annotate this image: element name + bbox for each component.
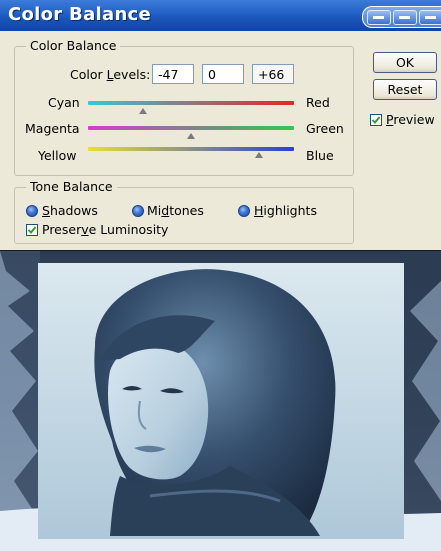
cyan-red-slider-thumb[interactable] xyxy=(138,108,147,114)
magenta-green-slider-thumb[interactable] xyxy=(187,133,195,139)
preview-checkbox[interactable] xyxy=(370,114,382,126)
preview-photo xyxy=(0,251,441,551)
close-icon[interactable] xyxy=(419,10,441,25)
preview-label: Preview xyxy=(386,112,435,127)
shadows-radio[interactable] xyxy=(26,205,38,217)
midtones-radio[interactable] xyxy=(132,205,144,217)
level-field-cyan-red[interactable]: -47 xyxy=(152,64,194,84)
ok-button[interactable]: OK xyxy=(373,52,437,73)
magenta-green-slider-track[interactable] xyxy=(88,126,294,130)
yellow-blue-slider-thumb[interactable] xyxy=(254,152,263,158)
maximize-icon[interactable] xyxy=(393,10,417,25)
midtones-label: Midtones xyxy=(147,203,204,218)
yellow-blue-slider-track[interactable] xyxy=(88,147,294,151)
window-title: Color Balance xyxy=(8,4,152,25)
level-field-magenta-green[interactable]: 0 xyxy=(202,64,244,84)
minimize-icon[interactable] xyxy=(367,10,391,25)
highlights-radio[interactable] xyxy=(238,205,250,217)
slider-red-label: Red xyxy=(306,95,330,110)
snowy-trees-left xyxy=(0,251,40,551)
highlights-label: Highlights xyxy=(254,203,317,218)
slider-yellow-label: Yellow xyxy=(38,148,77,163)
color-balance-dialog: Color Balance Color Balance Color Levels… xyxy=(0,0,441,251)
snowy-trees-right xyxy=(400,251,441,551)
slider-green-label: Green xyxy=(306,121,344,136)
level-field-yellow-blue[interactable]: +66 xyxy=(252,64,294,84)
cyan-red-slider-track[interactable] xyxy=(88,101,294,105)
slider-magenta-label: Magenta xyxy=(25,121,80,136)
title-bar[interactable]: Color Balance xyxy=(0,0,441,31)
window-controls xyxy=(362,6,441,28)
preserve-luminosity-label: Preserve Luminosity xyxy=(42,222,169,237)
slider-blue-label: Blue xyxy=(306,148,334,163)
shadows-label: Shadows xyxy=(42,203,98,218)
slider-cyan-label: Cyan xyxy=(48,95,80,110)
color-levels-label: Color Levels: xyxy=(70,67,151,82)
color-balance-legend: Color Balance xyxy=(26,38,121,53)
preserve-luminosity-checkbox[interactable] xyxy=(26,224,38,236)
reset-button[interactable]: Reset xyxy=(373,79,437,100)
tone-balance-legend: Tone Balance xyxy=(26,179,117,194)
